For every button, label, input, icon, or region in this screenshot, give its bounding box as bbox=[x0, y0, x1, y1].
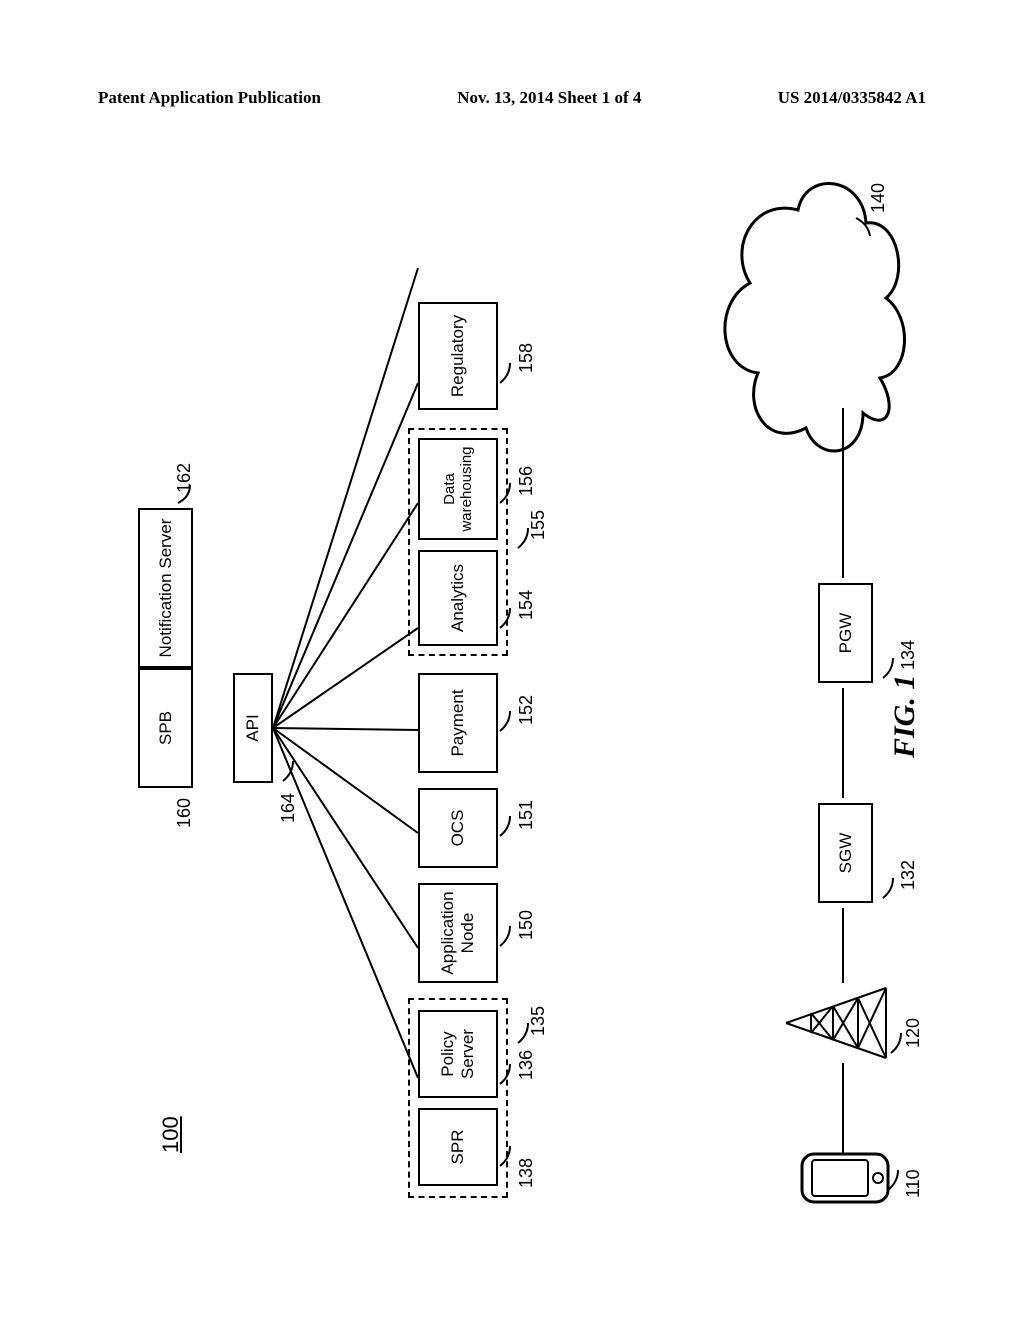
system-ref: 100 bbox=[158, 1116, 184, 1153]
page-header: Patent Application Publication Nov. 13, … bbox=[98, 88, 926, 108]
mobile-device-ref: 110 bbox=[903, 1169, 924, 1198]
cell-tower-icon bbox=[778, 978, 893, 1068]
spr-ref: 138 bbox=[516, 1158, 537, 1188]
regulatory-label: Regulatory bbox=[448, 315, 468, 397]
data-warehousing-box: Data warehousing bbox=[418, 438, 498, 540]
api-ref: 164 bbox=[278, 793, 299, 823]
cell-tower-ref: 120 bbox=[903, 1018, 924, 1048]
spr-box: SPR bbox=[418, 1108, 498, 1186]
payment-label: Payment bbox=[448, 689, 468, 756]
api-box: API bbox=[233, 673, 273, 783]
analytics-box: Analytics bbox=[418, 550, 498, 646]
header-left: Patent Application Publication bbox=[98, 88, 321, 108]
analytics-group-ref: 155 bbox=[528, 510, 549, 540]
cloud-ref: 140 bbox=[868, 183, 889, 213]
regulatory-box: Regulatory bbox=[418, 302, 498, 410]
payment-ref: 152 bbox=[516, 695, 537, 725]
spb-ref: 160 bbox=[174, 798, 195, 828]
header-right: US 2014/0335842 A1 bbox=[778, 88, 926, 108]
spb-label: SPB bbox=[156, 711, 176, 745]
policy-server-ref: 136 bbox=[516, 1050, 537, 1080]
ocs-box: OCS bbox=[418, 788, 498, 868]
header-center: Nov. 13, 2014 Sheet 1 of 4 bbox=[457, 88, 641, 108]
payment-box: Payment bbox=[418, 673, 498, 773]
data-warehousing-label: Data warehousing bbox=[441, 444, 476, 534]
policy-group-ref: 135 bbox=[528, 1006, 549, 1036]
application-node-label: Application Node bbox=[438, 889, 477, 977]
cloud-icon bbox=[698, 173, 913, 468]
spb-box: SPB bbox=[138, 668, 193, 788]
application-node-box: Application Node bbox=[418, 883, 498, 983]
ocs-ref: 151 bbox=[516, 800, 537, 830]
mobile-device-icon bbox=[798, 1148, 893, 1208]
analytics-label: Analytics bbox=[448, 564, 468, 632]
notification-server-box: Notification Server bbox=[138, 508, 193, 668]
analytics-ref: 154 bbox=[516, 590, 537, 620]
notification-server-label: Notification Server bbox=[156, 519, 176, 658]
policy-server-box: Policy Server bbox=[418, 1010, 498, 1098]
sgw-label: SGW bbox=[836, 833, 856, 874]
figure-area: SPB 160 Notification Server 162 API 164 … bbox=[98, 160, 926, 1228]
pgw-box: PGW bbox=[818, 583, 873, 683]
data-warehousing-ref: 156 bbox=[516, 466, 537, 496]
policy-server-label: Policy Server bbox=[438, 1016, 477, 1092]
ocs-label: OCS bbox=[448, 810, 468, 847]
pgw-label: PGW bbox=[836, 613, 856, 654]
sgw-box: SGW bbox=[818, 803, 873, 903]
application-node-ref: 150 bbox=[516, 910, 537, 940]
sgw-ref: 132 bbox=[898, 860, 919, 890]
notification-server-ref: 162 bbox=[174, 463, 195, 493]
spr-label: SPR bbox=[448, 1130, 468, 1165]
api-label: API bbox=[243, 714, 263, 741]
diagram-canvas: SPB 160 Notification Server 162 API 164 … bbox=[98, 160, 926, 1228]
regulatory-ref: 158 bbox=[516, 343, 537, 373]
figure-caption: FIG. 1 bbox=[888, 675, 922, 758]
pgw-ref: 134 bbox=[898, 640, 919, 670]
